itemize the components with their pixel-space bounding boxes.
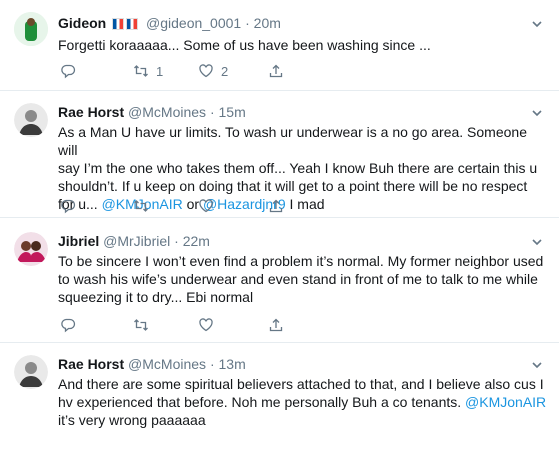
share-icon: [269, 199, 283, 213]
tweet-text: And there are some spiritual believers a…: [58, 375, 548, 429]
tweet-text-line: squeezing it to dry... Ebi normal: [58, 289, 254, 305]
reply-icon: [61, 318, 76, 333]
tweet-text: Forgetti koraaaaa... Some of us have bee…: [58, 37, 431, 53]
retweet-icon: [134, 65, 148, 77]
tweet-text-line: hv experienced that before. Noh me perso…: [58, 393, 548, 411]
share-icon: [269, 64, 283, 78]
chevron-down-icon[interactable]: [531, 18, 543, 30]
timestamp[interactable]: 13m: [219, 356, 246, 372]
separator-dot: ·: [245, 15, 250, 31]
tweet-text: To be sincere I won’t even find a proble…: [58, 252, 548, 306]
tweet-text-line: As a Man U have ur limits. To wash ur un…: [58, 124, 527, 158]
avatar[interactable]: [14, 12, 48, 46]
retweet-button[interactable]: 1: [133, 62, 163, 80]
separator-dot: ·: [174, 233, 179, 249]
avatar[interactable]: [14, 232, 48, 266]
timestamp[interactable]: 20m: [254, 15, 281, 31]
tweet[interactable]: Jibriel @MrJibriel · 22m To be sincere I…: [0, 218, 559, 343]
chevron-down-icon[interactable]: [531, 236, 543, 248]
share-button[interactable]: [268, 316, 284, 334]
heart-icon: [199, 64, 213, 78]
like-button[interactable]: 2: [198, 62, 228, 80]
user-handle[interactable]: @McMoines: [128, 104, 206, 120]
text-segment: hv experienced that before. Noh me perso…: [58, 394, 466, 410]
timestamp[interactable]: 22m: [183, 233, 210, 249]
display-name[interactable]: Rae Horst: [58, 356, 124, 372]
like-button[interactable]: [198, 316, 221, 334]
share-icon: [269, 318, 283, 332]
user-handle[interactable]: @McMoines: [128, 356, 206, 372]
tweet-actions: [58, 197, 458, 215]
display-name[interactable]: Jibriel: [58, 233, 99, 249]
timestamp[interactable]: 15m: [219, 104, 246, 120]
retweet-button[interactable]: [133, 197, 156, 215]
separator-dot: ·: [209, 356, 215, 372]
reply-icon: [61, 64, 76, 79]
retweet-icon: [134, 200, 148, 212]
retweet-count: 1: [156, 63, 164, 79]
avatar[interactable]: [14, 103, 48, 137]
share-button[interactable]: [268, 62, 284, 80]
tweet-text-line: to wash his wife’s underwear and even st…: [58, 271, 538, 287]
tweet-text-line: And there are some spiritual believers a…: [58, 376, 544, 392]
mention-link[interactable]: @KMJonAIR: [465, 394, 546, 410]
tweet[interactable]: Rae Horst @McMoines · 15m As a Man U hav…: [0, 91, 559, 218]
flag-emoji: [112, 16, 140, 34]
tweet-text-line: To be sincere I won’t even find a proble…: [58, 253, 544, 269]
tweet-feed: Gideon @gideon_0001 · 20m Forgetti koraa…: [0, 0, 559, 453]
heart-icon: [199, 318, 213, 332]
reply-button[interactable]: [60, 316, 83, 334]
chevron-down-icon[interactable]: [531, 359, 543, 371]
tweet-text-line: say I’m the one who takes them off... Ye…: [58, 160, 538, 176]
user-handle[interactable]: @MrJibriel: [103, 233, 170, 249]
tweet[interactable]: Gideon @gideon_0001 · 20m Forgetti koraa…: [0, 0, 559, 91]
reply-button[interactable]: [60, 197, 83, 215]
display-name[interactable]: Rae Horst: [58, 104, 124, 120]
retweet-icon: [134, 319, 148, 331]
tweet[interactable]: Rae Horst @McMoines · 13m And there are …: [0, 343, 559, 453]
avatar[interactable]: [14, 355, 48, 389]
display-name[interactable]: Gideon: [58, 15, 106, 31]
like-button[interactable]: [198, 197, 221, 215]
reply-button[interactable]: [60, 62, 83, 80]
share-button[interactable]: [268, 197, 284, 215]
tweet-text-line: shouldn’t. If u keep on doing that it wi…: [58, 178, 528, 194]
tweet-actions: 1 2: [58, 62, 458, 80]
heart-icon: [199, 199, 213, 213]
retweet-button[interactable]: [133, 316, 156, 334]
reply-icon: [61, 199, 76, 214]
tweet-text-line: it’s very wrong paaaaaa: [58, 412, 206, 428]
user-handle[interactable]: @gideon_0001: [146, 15, 241, 31]
tweet-actions: [58, 316, 458, 334]
chevron-down-icon[interactable]: [531, 107, 543, 119]
separator-dot: ·: [209, 104, 215, 120]
like-count: 2: [221, 63, 229, 79]
